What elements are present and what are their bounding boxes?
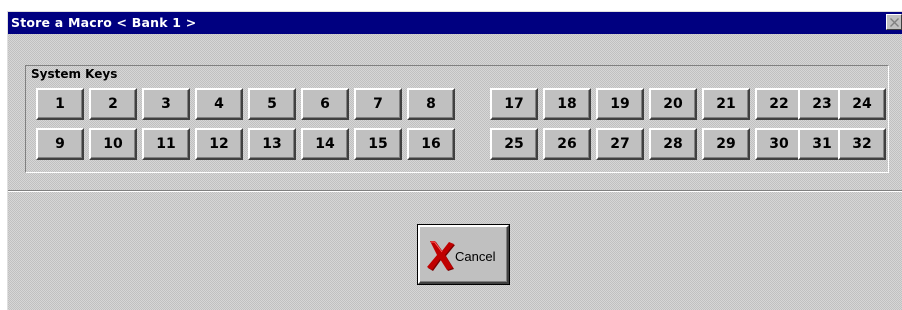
system-key-button[interactable]: 5 [248, 88, 296, 120]
system-key-button[interactable]: 24 [838, 88, 886, 120]
system-key-button[interactable]: 11 [142, 128, 190, 160]
system-key-button[interactable]: 17 [490, 88, 538, 120]
system-key-button[interactable]: 10 [89, 128, 137, 160]
system-key-button[interactable]: 14 [301, 128, 349, 160]
system-key-button[interactable]: 21 [702, 88, 750, 120]
system-key-button[interactable]: 20 [649, 88, 697, 120]
system-key-button[interactable]: 3 [142, 88, 190, 120]
title-bar[interactable]: Store a Macro < Bank 1 > [8, 12, 902, 34]
system-key-button[interactable]: 1 [36, 88, 84, 120]
keys-panel: System Keys 1 2 3 4 5 6 7 8 9 10 11 12 1… [8, 34, 902, 190]
system-key-button[interactable]: 7 [354, 88, 402, 120]
cancel-button-face[interactable]: Cancel [418, 225, 509, 284]
system-key-button[interactable]: 13 [248, 128, 296, 160]
system-key-button[interactable]: 28 [649, 128, 697, 160]
system-key-button[interactable]: 27 [596, 128, 644, 160]
cancel-label: Cancel [455, 249, 496, 264]
system-key-button[interactable]: 18 [543, 88, 591, 120]
system-key-button[interactable]: 32 [838, 128, 886, 160]
panel-divider [8, 190, 902, 192]
system-key-button[interactable]: 9 [36, 128, 84, 160]
system-key-button[interactable]: 29 [702, 128, 750, 160]
system-keys-label: System Keys [31, 67, 118, 81]
store-macro-dialog: Store a Macro < Bank 1 > System Keys 1 2… [7, 11, 902, 310]
system-key-button[interactable]: 2 [89, 88, 137, 120]
system-key-button[interactable]: 16 [407, 128, 455, 160]
system-key-button[interactable]: 8 [407, 88, 455, 120]
system-key-button[interactable]: 22 [755, 88, 803, 120]
system-key-button[interactable]: 30 [755, 128, 803, 160]
system-key-button[interactable]: 6 [301, 88, 349, 120]
red-x-icon [427, 241, 455, 271]
system-key-button[interactable]: 19 [596, 88, 644, 120]
cancel-button[interactable]: Cancel [417, 224, 510, 285]
system-key-button[interactable]: 25 [490, 128, 538, 160]
window-title: Store a Macro < Bank 1 > [11, 15, 197, 30]
close-icon [890, 18, 899, 27]
close-button[interactable] [886, 14, 902, 30]
system-key-button[interactable]: 4 [195, 88, 243, 120]
system-key-button[interactable]: 12 [195, 128, 243, 160]
dialog-client-area: System Keys 1 2 3 4 5 6 7 8 9 10 11 12 1… [8, 34, 902, 310]
system-key-button[interactable]: 15 [354, 128, 402, 160]
system-keys-group: System Keys 1 2 3 4 5 6 7 8 9 10 11 12 1… [25, 65, 889, 173]
system-key-button[interactable]: 26 [543, 128, 591, 160]
